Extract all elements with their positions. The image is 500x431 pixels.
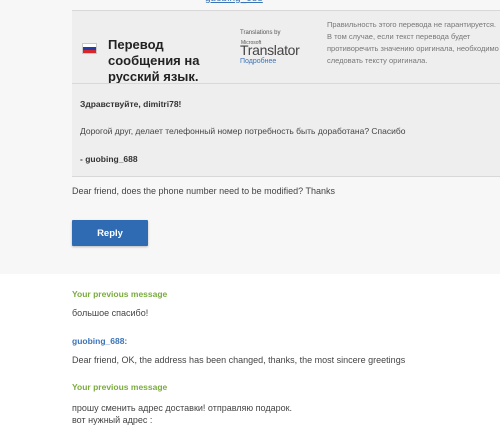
translation-disclaimer: Правильность этого перевода не гарантиру… (327, 20, 499, 65)
provider-caption: Translations by (240, 30, 281, 36)
signature-text: - guobing_688 (80, 154, 138, 164)
previous-message-text-line2: вот нужный адрес : (72, 415, 153, 425)
original-message: Dear friend, does the phone number need … (72, 186, 336, 196)
sender-label[interactable]: guobing_688: (72, 336, 127, 346)
sender-message-text: Dear friend, OK, the address has been ch… (72, 355, 406, 365)
divider (72, 83, 500, 84)
translated-body: Дорогой друг, делает телефонный номер по… (80, 126, 406, 136)
translation-title: Перевод сообщения на русский язык. (108, 37, 200, 84)
previous-message-text: большое спасибо! (72, 308, 149, 318)
greeting-text: Здравствуйте, dimitri78! (80, 99, 182, 109)
russian-flag-icon (82, 43, 97, 54)
previous-message-label: Your previous message (72, 382, 168, 392)
previous-message-label: Your previous message (72, 289, 168, 299)
sender-link[interactable]: guobing_688 (205, 0, 263, 4)
more-link[interactable]: Подробнее (240, 58, 276, 65)
translator-logo: Translator (240, 42, 300, 58)
translation-box: Перевод сообщения на русский язык. Trans… (72, 10, 500, 177)
previous-message-text: прошу сменить адрес доставки! отправляю … (72, 403, 293, 413)
reply-button[interactable]: Reply (72, 220, 148, 246)
message-panel: guobing_688 Перевод сообщения на русский… (0, 0, 500, 274)
